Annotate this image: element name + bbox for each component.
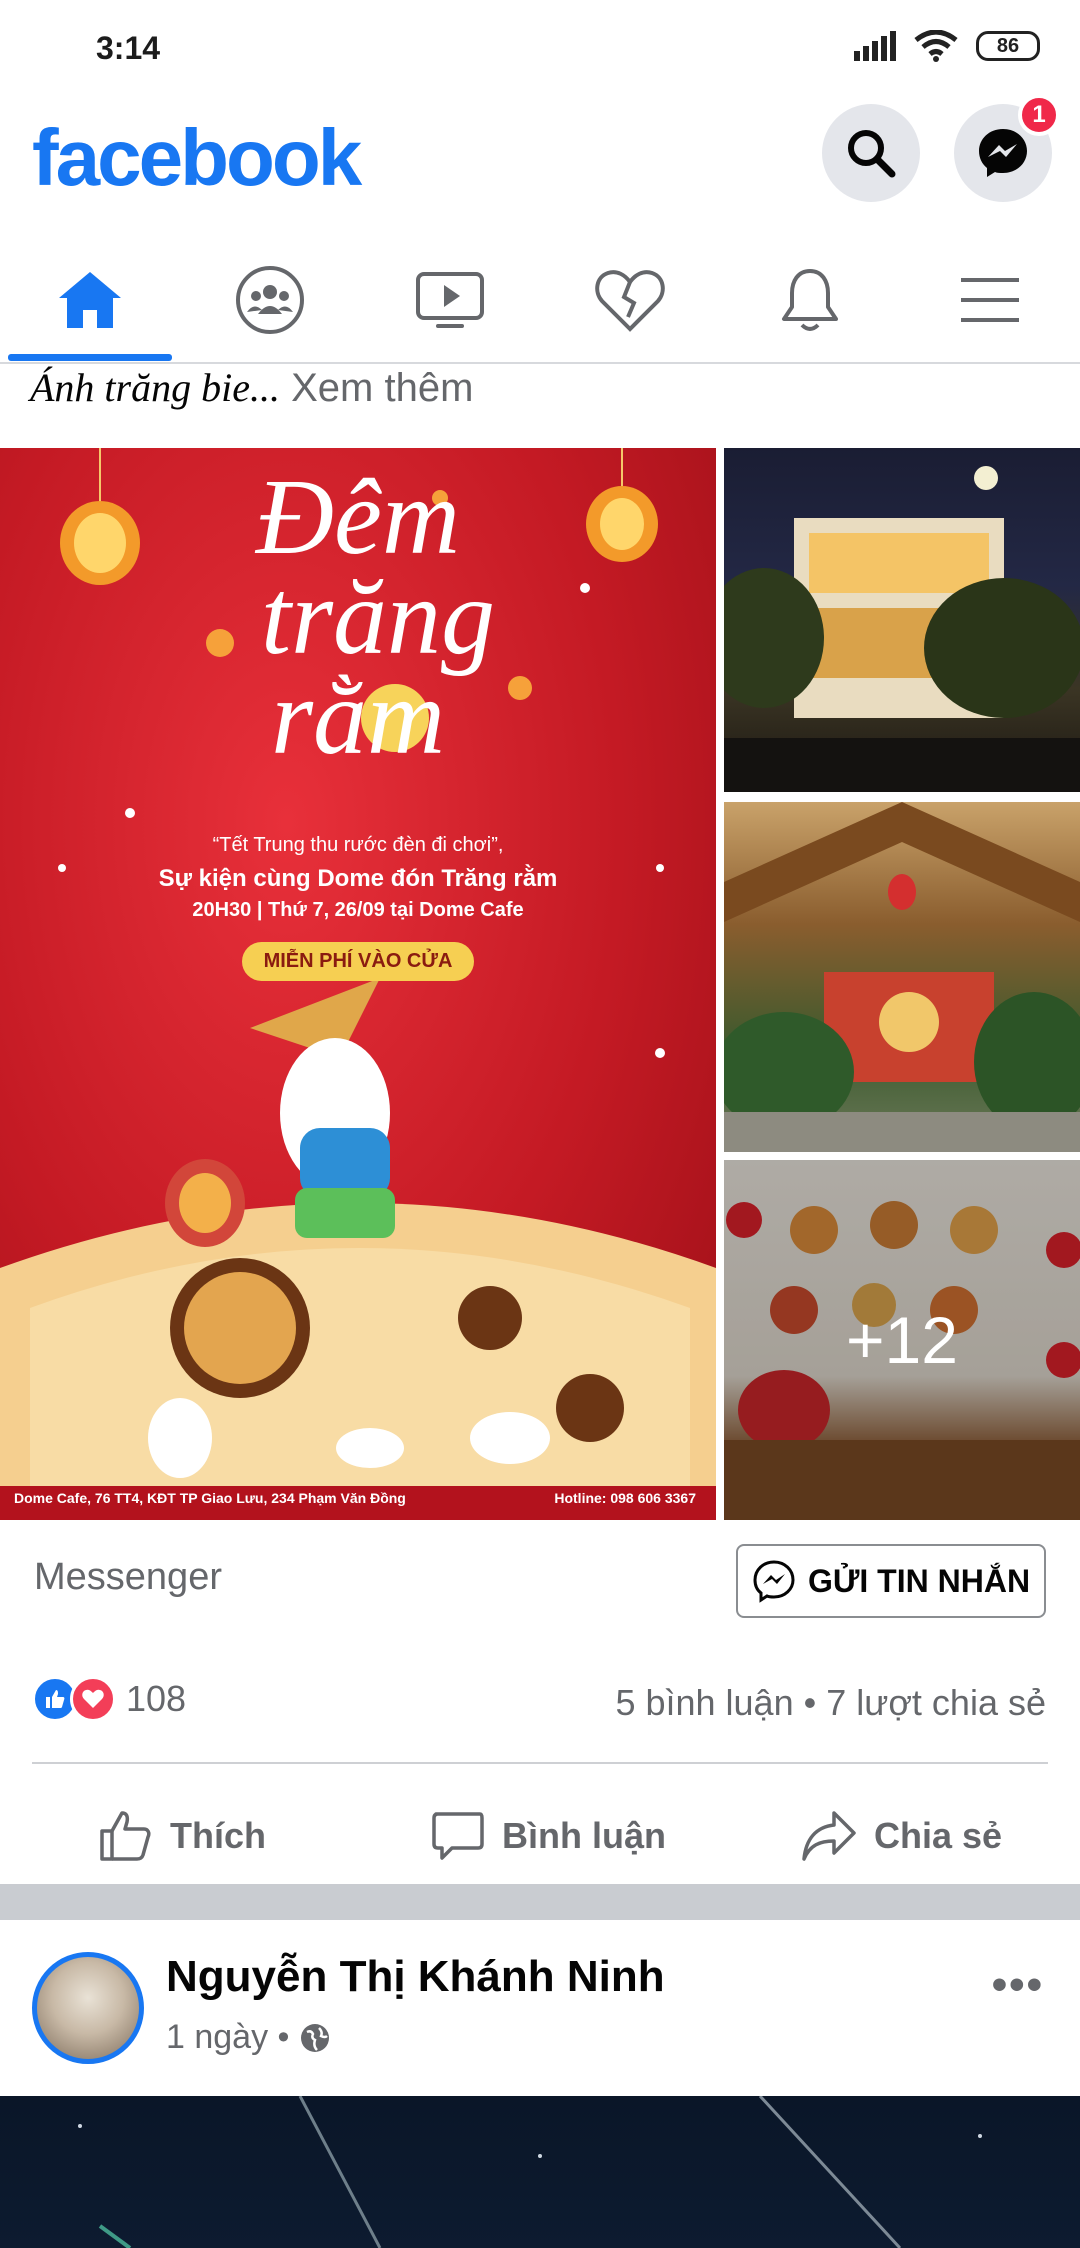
poster-quote: “Tết Trung thu rước đèn đi chơi”, xyxy=(212,834,504,856)
thumbs-up-icon xyxy=(100,1811,151,1861)
send-message-button[interactable]: GỬI TIN NHẮN xyxy=(736,1544,1046,1618)
status-time: 3:14 xyxy=(96,30,161,66)
status-icons: 86 xyxy=(854,30,1040,62)
messenger-badge: 1 xyxy=(1018,94,1060,136)
poster-hotline: Hotline: 098 606 3367 xyxy=(554,1490,696,1506)
hamburger-menu-icon xyxy=(961,278,1019,322)
like-label: Thích xyxy=(170,1815,266,1856)
poster-title-line3: rằm xyxy=(270,658,446,777)
watch-icon xyxy=(416,272,484,328)
bell-icon xyxy=(782,269,838,331)
love-reaction-icon xyxy=(70,1676,116,1722)
post-image-main[interactable]: Đêm trăng rằm “Tết Trung thu rước đèn đi… xyxy=(0,448,716,1520)
share-icon xyxy=(802,1811,856,1861)
wifi-icon xyxy=(914,30,958,62)
poster-title-line2: trăng xyxy=(260,558,496,677)
post-separator xyxy=(0,1884,1080,1920)
post-meta: 1 ngày • xyxy=(166,2018,331,2057)
tab-bar xyxy=(0,240,1080,364)
groups-icon xyxy=(236,266,304,334)
post-author-name[interactable]: Nguyễn Thị Khánh Ninh xyxy=(166,1952,665,2002)
battery-indicator: 86 xyxy=(976,31,1040,61)
poster-free-entry: MIỄN PHÍ VÀO CỬA xyxy=(241,942,475,981)
facebook-logo[interactable]: facebook xyxy=(32,112,362,204)
search-icon xyxy=(848,130,896,178)
tab-home[interactable] xyxy=(0,240,180,360)
reactions-summary[interactable]: 108 xyxy=(32,1676,186,1722)
dating-heart-icon xyxy=(595,270,665,332)
home-icon xyxy=(59,272,121,328)
see-more-link[interactable]: Xem thêm xyxy=(291,366,473,410)
post-text-preview: Ánh trăng bie xyxy=(30,365,250,410)
poster-time: 20H30 | Thứ 7, 26/09 tại Dome Cafe xyxy=(192,899,524,921)
messenger-icon xyxy=(979,129,1027,177)
search-button[interactable] xyxy=(822,104,920,202)
tab-groups[interactable] xyxy=(180,240,360,360)
next-post-image[interactable] xyxy=(0,2096,1080,2248)
tab-dating[interactable] xyxy=(540,240,720,360)
tab-watch[interactable] xyxy=(360,240,540,360)
night-sky-photo xyxy=(78,2096,982,2248)
post-image-4[interactable]: +12 xyxy=(724,1160,1080,1520)
share-button[interactable]: Chia sẻ xyxy=(800,1800,1002,1872)
comment-icon xyxy=(432,1812,484,1860)
tab-notifications[interactable] xyxy=(720,240,900,360)
reaction-count: 108 xyxy=(126,1678,187,1719)
poster-text-block: “Tết Trung thu rước đèn đi chơi”, Sự kiệ… xyxy=(0,834,716,981)
post-text-ellipsis: ... xyxy=(249,365,280,410)
poster-address: Dome Cafe, 76 TT4, KĐT TP Giao Lưu, 234 … xyxy=(14,1490,406,1506)
like-button[interactable]: Thích xyxy=(96,1800,266,1872)
tab-active-indicator xyxy=(8,354,172,361)
messenger-outline-icon xyxy=(753,1560,795,1603)
post-image-3[interactable] xyxy=(724,802,1080,1152)
garden-decor-photo xyxy=(724,802,1080,1152)
more-photos-overlay[interactable]: +12 xyxy=(724,1160,1080,1520)
tab-menu[interactable] xyxy=(900,240,1080,360)
post-text: Ánh trăng bie... Xem thêm xyxy=(30,364,473,411)
night-cafe-photo xyxy=(724,466,1080,792)
poster-title: Đêm trăng rằm xyxy=(0,458,716,777)
send-message-label: GỬI TIN NHẮN xyxy=(807,1562,1031,1599)
signal-icon xyxy=(854,31,896,61)
poster-event: Sự kiện cùng Dome đón Trăng rằm xyxy=(158,865,558,892)
post-image-2[interactable] xyxy=(724,448,1080,792)
comment-label: Bình luận xyxy=(502,1815,666,1856)
globe-icon xyxy=(301,2023,330,2052)
more-options-icon[interactable]: ••• xyxy=(992,1960,1044,2010)
messenger-button[interactable]: 1 xyxy=(954,94,1060,202)
poster-title-line1: Đêm xyxy=(256,458,460,577)
avatar[interactable] xyxy=(32,1952,144,2064)
messenger-label: Messenger xyxy=(34,1556,222,1598)
poster-footer: Dome Cafe, 76 TT4, KĐT TP Giao Lưu, 234 … xyxy=(14,1490,714,1506)
comment-button[interactable]: Bình luận xyxy=(430,1800,666,1872)
share-label: Chia sẻ xyxy=(874,1815,1003,1856)
post-time: 1 ngày • xyxy=(166,2018,290,2056)
comments-shares-count[interactable]: 5 bình luận • 7 lượt chia sẻ xyxy=(615,1682,1046,1724)
divider xyxy=(32,1762,1048,1764)
